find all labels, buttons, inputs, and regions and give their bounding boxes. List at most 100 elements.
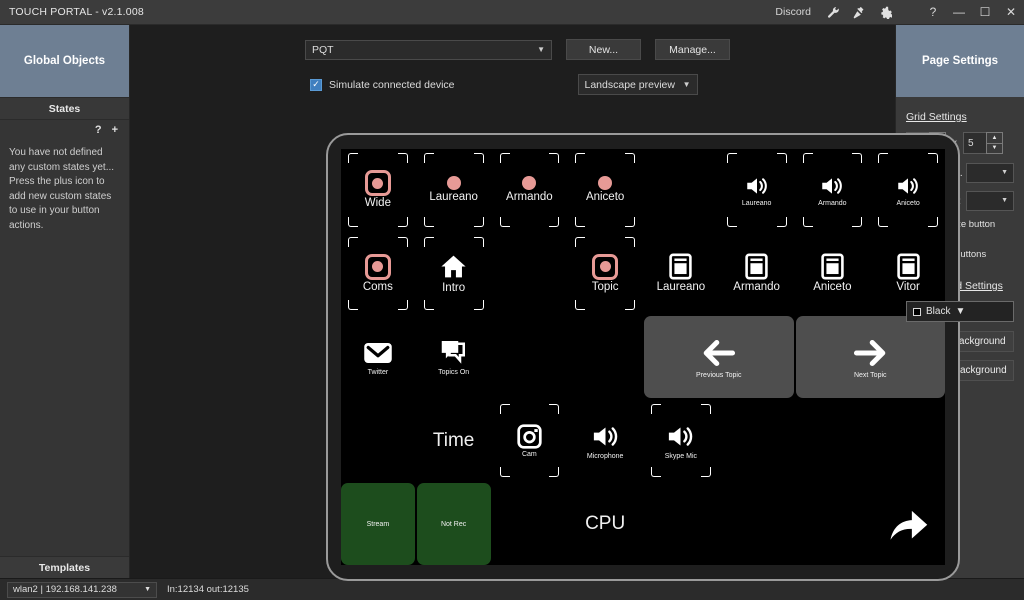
traffic-counter: In:12134 out:12135: [167, 584, 249, 595]
grid-button-armando[interactable]: Armando: [720, 233, 794, 315]
article-icon: [819, 253, 846, 280]
maximize-button[interactable]: ☐: [972, 0, 998, 25]
orientation-select[interactable]: Landscape preview ▼: [577, 74, 698, 95]
green-button-surface[interactable]: Not Rec: [416, 483, 491, 565]
grid-button-label: Aniceto: [896, 199, 920, 207]
grid-button-wide[interactable]: Wide: [341, 149, 415, 231]
grid-rows-stepper[interactable]: 5 ▲ ▼: [963, 132, 1003, 154]
grid-button-armando[interactable]: Armando: [796, 149, 870, 231]
templates-tab[interactable]: Templates: [0, 556, 129, 578]
discord-label[interactable]: Discord: [766, 0, 820, 25]
article-icon: [895, 253, 922, 280]
gear-icon[interactable]: [872, 0, 898, 25]
grid-button-label: Not Rec: [440, 521, 467, 529]
left-sidebar: Global Objects States ? + You have not d…: [0, 25, 130, 578]
button-margin-select[interactable]: ▼: [966, 163, 1014, 183]
global-objects-header[interactable]: Global Objects: [0, 25, 129, 97]
grid-button-armando[interactable]: Armando: [493, 149, 567, 231]
grid-button-empty-18: [493, 316, 567, 398]
grid-button-label: Armando: [818, 199, 847, 207]
record-dot-icon: [598, 176, 613, 191]
grid-button-twitter[interactable]: Twitter: [341, 316, 415, 398]
grid-button-cpu[interactable]: CPU: [568, 483, 642, 565]
manage-button[interactable]: Manage...: [655, 39, 730, 60]
button-grid[interactable]: Wide Laureano Armando Aniceto Laureano Armand…: [341, 149, 945, 565]
background-color-select[interactable]: Black ▼: [906, 301, 1014, 322]
network-select-value: wlan2 | 192.168.141.238: [13, 584, 117, 595]
center-panel: PQT ▼ New... Manage... ✓ Simulate connec…: [130, 25, 960, 581]
toolbar-row-top: PQT ▼ New... Manage...: [130, 39, 895, 60]
app-title: TOUCH PORTAL - v2.1.008: [9, 6, 144, 18]
grid-button-label: Skype Mic: [664, 452, 698, 460]
status-bar: wlan2 | 192.168.141.238 ▼ In:12134 out:1…: [0, 578, 1024, 600]
simulate-device-checkbox[interactable]: ✓ Simulate connected device: [310, 78, 455, 91]
grid-button-laureano[interactable]: Laureano: [417, 149, 491, 231]
grid-button-label: Laureano: [656, 281, 706, 294]
record-square-icon: [364, 253, 391, 280]
body-row: Global Objects States ? + You have not d…: [0, 25, 1024, 581]
grid-button-coms[interactable]: Coms: [341, 233, 415, 315]
grid-button-cam[interactable]: Cam: [493, 400, 567, 482]
grid-button-label: Vitor: [896, 281, 920, 294]
caret-down-icon[interactable]: ▼: [986, 142, 1003, 154]
chevron-down-icon: ▼: [682, 80, 691, 89]
grid-button-label: Next Topic: [853, 371, 887, 379]
grid-button-stream[interactable]: Stream: [341, 483, 415, 565]
grid-margin-select[interactable]: ▼: [966, 191, 1014, 211]
grid-button-next-topic[interactable]: Next Topic: [795, 316, 945, 398]
grid-button-previous-topic[interactable]: Previous Topic: [644, 316, 794, 398]
speaker-icon: [665, 421, 696, 452]
grid-button-empty-37[interactable]: [871, 483, 945, 565]
close-button[interactable]: ✕: [998, 0, 1024, 25]
grid-button-empty-27: [720, 400, 794, 482]
toolbar-row-bottom: ✓ Simulate connected device Landscape pr…: [130, 74, 895, 95]
device-preview-frame: Wide Laureano Armando Aniceto Laureano Armand…: [326, 133, 960, 581]
grid-button-label: Coms: [362, 280, 393, 293]
grid-button-label: Aniceto: [585, 191, 625, 204]
grid-button-intro[interactable]: Intro: [417, 233, 491, 315]
grid-rows-arrows[interactable]: ▲ ▼: [986, 132, 1003, 154]
network-select[interactable]: wlan2 | 192.168.141.238 ▼: [7, 581, 157, 598]
gray-button-surface[interactable]: Previous Topic: [644, 316, 794, 398]
project-select[interactable]: PQT ▼: [305, 39, 552, 60]
grid-button-aniceto[interactable]: Aniceto: [796, 233, 870, 315]
speaker-icon: [895, 173, 921, 199]
new-button[interactable]: New...: [566, 39, 641, 60]
states-help-icon[interactable]: ?: [95, 124, 102, 136]
speaker-icon: [819, 173, 845, 199]
grid-button-topic[interactable]: Topic: [568, 233, 642, 315]
record-dot-icon: [522, 176, 537, 191]
grid-button-laureano[interactable]: Laureano: [644, 233, 718, 315]
grid-button-label: Wide: [364, 197, 391, 210]
grid-button-aniceto[interactable]: Aniceto: [568, 149, 642, 231]
grid-button-label: Stream: [366, 521, 390, 529]
states-add-icon[interactable]: +: [112, 124, 118, 136]
orientation-select-value: Landscape preview: [584, 78, 675, 91]
chevron-down-icon: ▼: [955, 306, 966, 317]
color-swatch-icon: [913, 307, 921, 316]
grid-button-microphone[interactable]: Microphone: [568, 400, 642, 482]
record-square-icon: [364, 170, 391, 197]
grid-button-aniceto[interactable]: Aniceto: [871, 149, 945, 231]
chevron-down-icon: ▼: [1001, 169, 1008, 176]
grid-button-skype-mic[interactable]: Skype Mic: [644, 400, 718, 482]
page-settings-header: Page Settings: [896, 25, 1024, 97]
minimize-button[interactable]: —: [946, 0, 972, 25]
grid-button-laureano[interactable]: Laureano: [720, 149, 794, 231]
caret-up-icon[interactable]: ▲: [986, 132, 1003, 143]
grid-button-label: Laureano: [429, 191, 478, 204]
gray-button-surface[interactable]: Next Topic: [795, 316, 945, 398]
speaker-icon: [744, 173, 770, 199]
wrench-icon[interactable]: [820, 0, 846, 25]
arrow-right-icon: [852, 335, 888, 371]
grid-button-label: Microphone: [586, 452, 624, 460]
plug-icon[interactable]: [846, 0, 872, 25]
checkbox-checked-icon: ✓: [310, 78, 322, 91]
help-button[interactable]: ?: [920, 0, 946, 25]
green-button-surface[interactable]: Stream: [341, 483, 415, 565]
grid-settings-title: Grid Settings: [906, 111, 967, 123]
grid-button-time[interactable]: Time: [417, 400, 491, 482]
project-toolbar: PQT ▼ New... Manage... ✓ Simulate connec…: [130, 25, 895, 95]
grid-button-not-rec[interactable]: Not Rec: [416, 483, 491, 565]
grid-button-topics-on[interactable]: Topics On: [417, 316, 491, 398]
